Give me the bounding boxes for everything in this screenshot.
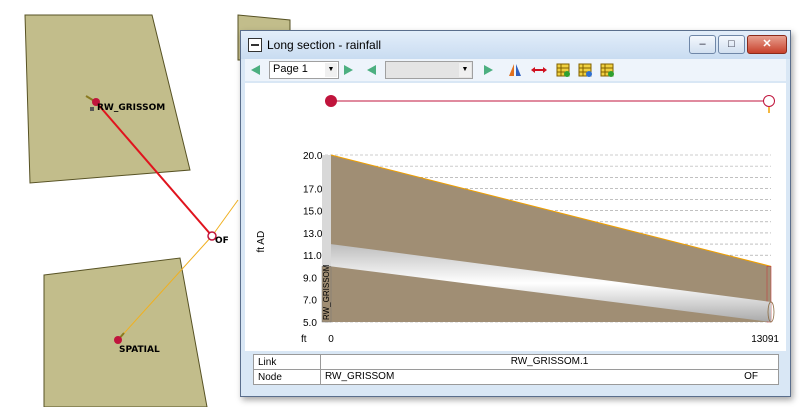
section-select[interactable]: ▼ (385, 61, 473, 79)
page-select-value: Page 1 (273, 63, 308, 75)
table-row: Link RW_GRISSOM.1 (253, 354, 779, 370)
map-label-rw-grissom: RW_GRISSOM (97, 103, 166, 113)
title-bar[interactable]: Long section - rainfall – □ ✕ (241, 31, 790, 59)
chevron-down-icon: ▼ (459, 63, 471, 77)
x-tick-label: 0 (328, 334, 334, 345)
y-tick-label: 5.0 (303, 318, 317, 329)
y-tick-label: 15.0 (303, 207, 323, 218)
map-label-spatial: SPATIAL (119, 345, 160, 355)
x-tick-label: 13091 (751, 334, 779, 345)
y-tick-label: 13.0 (303, 229, 323, 240)
selection-bar[interactable] (325, 95, 775, 113)
subcatchment-spatial[interactable] (43, 257, 208, 407)
node-spatial[interactable] (114, 336, 122, 344)
row-label: Link (253, 354, 321, 370)
node-label-rw-grissom: RW_GRISSOM (322, 264, 331, 320)
long-section-chart[interactable]: 20.0 17.0 15.0 13.0 11.0 9.0 7.0 5.0 ft AD 0 13091… (245, 83, 786, 351)
row-label: Node (253, 369, 321, 385)
row-middle-text: RW_GRISSOM.1 (510, 356, 589, 367)
grid-icon-2[interactable] (577, 62, 593, 78)
prev-icon[interactable] (363, 62, 379, 78)
window-icon (248, 38, 262, 52)
y-tick-label: 20.0 (303, 151, 323, 162)
y-tick-label: 17.0 (303, 184, 323, 195)
close-button[interactable]: ✕ (747, 35, 787, 54)
minimize-button[interactable]: – (689, 35, 716, 54)
grid-icon-3[interactable] (599, 62, 615, 78)
long-section-window[interactable]: Long section - rainfall – □ ✕ Page 1 ▼ ▼ (240, 30, 791, 397)
next-icon[interactable] (481, 62, 497, 78)
subcatchment-rw-grissom[interactable] (24, 14, 191, 184)
row-value[interactable]: RW_GRISSOM OF (320, 369, 779, 385)
grid-icon-1[interactable] (555, 62, 571, 78)
page-select[interactable]: Page 1 ▼ (269, 61, 339, 79)
y-axis-label: ft AD (256, 231, 267, 253)
y-tick-label: 7.0 (303, 296, 317, 307)
link-range-icon[interactable] (531, 62, 547, 78)
selection-start-node[interactable] (325, 95, 337, 107)
flip-icon[interactable] (507, 62, 523, 78)
row-value[interactable]: RW_GRISSOM.1 (320, 354, 779, 370)
chevron-down-icon: ▼ (325, 63, 337, 77)
row-end-text: OF (744, 371, 758, 382)
maximize-button[interactable]: □ (718, 35, 745, 54)
section-table: Link RW_GRISSOM.1 Node RW_GRISSOM OF (253, 354, 779, 385)
node-marker-rw (90, 107, 94, 111)
y-tick-label: 11.0 (303, 251, 322, 262)
table-row: Node RW_GRISSOM OF (253, 369, 779, 385)
link-of-upstream[interactable] (211, 199, 239, 237)
window-title: Long section - rainfall (267, 38, 382, 52)
next-page-icon[interactable] (341, 62, 357, 78)
row-start-text: RW_GRISSOM (325, 371, 395, 382)
map-label-outfall: OF (215, 236, 229, 246)
y-tick-label: 9.0 (303, 273, 317, 284)
selection-end-node[interactable] (763, 95, 775, 107)
x-axis-label: ft (301, 334, 307, 345)
prev-page-icon[interactable] (247, 62, 263, 78)
toolbar: Page 1 ▼ ▼ (245, 59, 786, 81)
